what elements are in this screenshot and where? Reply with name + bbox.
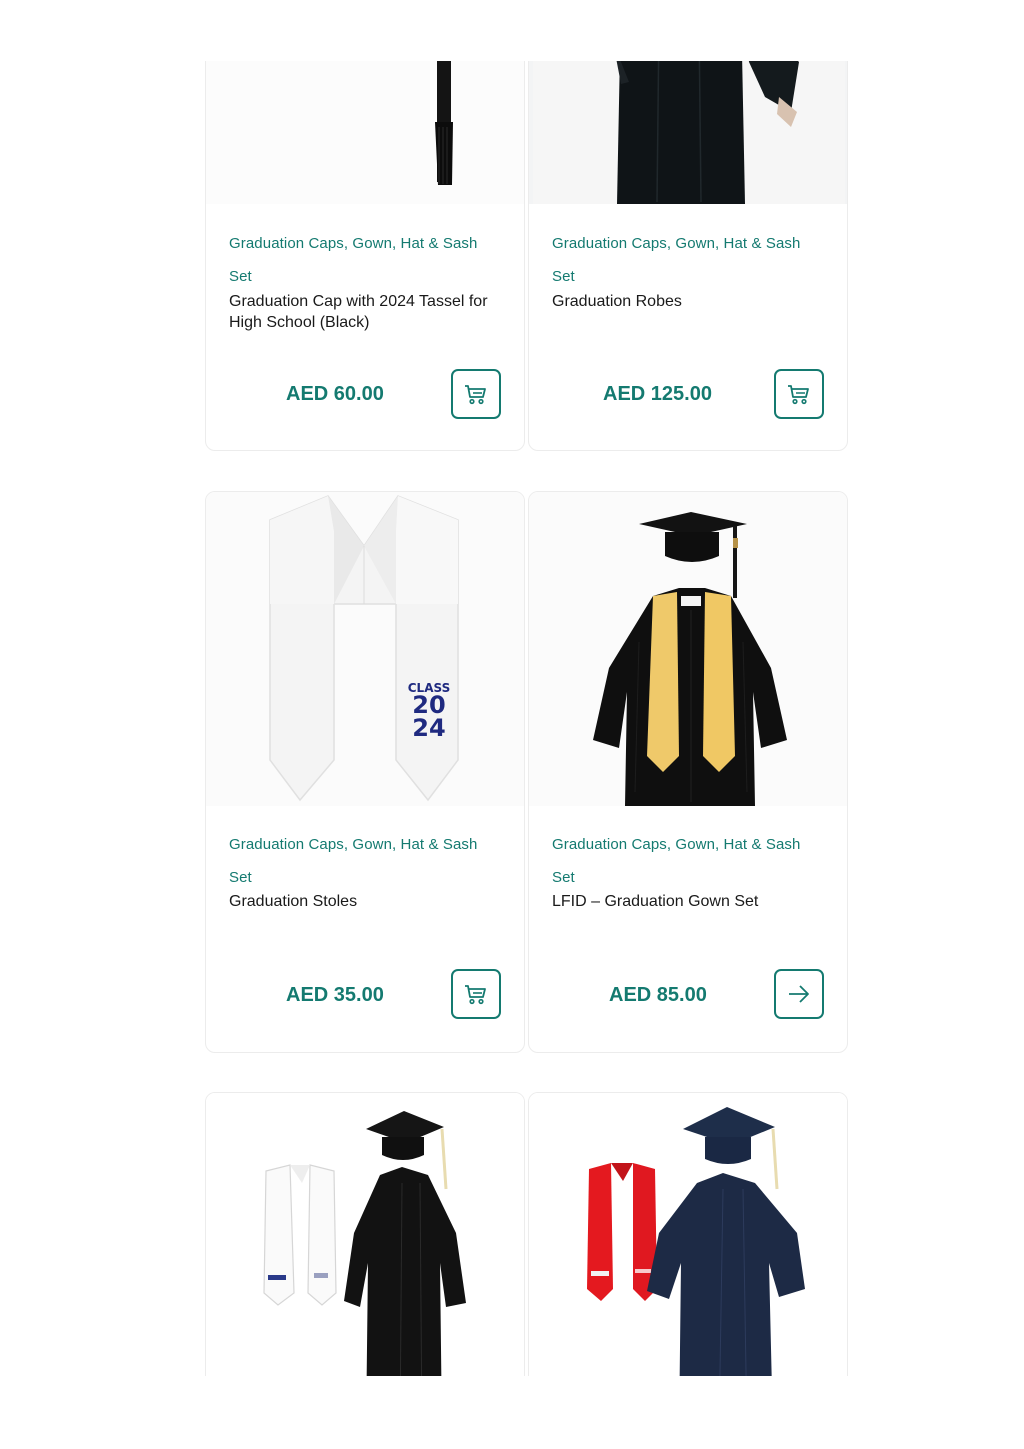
add-to-cart-button[interactable] xyxy=(451,969,501,1019)
stole-print-line: 24 xyxy=(412,714,446,742)
product-card[interactable] xyxy=(528,1092,848,1376)
product-title[interactable]: LFID – Graduation Gown Set xyxy=(552,891,827,912)
product-image-gown-set[interactable] xyxy=(529,492,847,806)
category-line[interactable]: Set xyxy=(552,260,832,293)
category-line[interactable]: Graduation Caps, Gown, Hat & Sash xyxy=(552,227,832,260)
product-category[interactable]: Graduation Caps, Gown, Hat & Sash Set xyxy=(552,227,832,293)
category-line[interactable]: Set xyxy=(229,260,509,293)
product-category[interactable]: Graduation Caps, Gown, Hat & Sash Set xyxy=(229,227,509,293)
product-price: AED 125.00 xyxy=(603,383,712,405)
product-image-navy-gown-set[interactable] xyxy=(529,1093,847,1376)
product-category[interactable]: Graduation Caps, Gown, Hat & Sash Set xyxy=(552,828,832,894)
category-line[interactable]: Set xyxy=(552,861,832,894)
add-to-cart-button[interactable] xyxy=(451,369,501,419)
cart-icon xyxy=(788,385,809,405)
cart-icon xyxy=(465,985,486,1005)
add-to-cart-button[interactable] xyxy=(774,369,824,419)
cart-icon xyxy=(465,385,486,405)
product-card[interactable] xyxy=(205,1092,525,1376)
category-line[interactable]: Graduation Caps, Gown, Hat & Sash xyxy=(229,227,509,260)
product-image-robe[interactable] xyxy=(529,61,847,204)
category-line[interactable]: Set xyxy=(229,861,509,894)
product-image-tassel[interactable] xyxy=(206,61,524,204)
product-grid: Graduation Caps, Gown, Hat & Sash Set Gr… xyxy=(0,61,1024,1376)
category-line[interactable]: Graduation Caps, Gown, Hat & Sash xyxy=(229,828,509,861)
stole-print: CLASS 20 24 xyxy=(406,682,452,740)
product-title[interactable]: Graduation Cap with 2024 Tassel for High… xyxy=(229,291,504,333)
product-card[interactable]: Graduation Caps, Gown, Hat & Sash Set LF… xyxy=(528,491,848,1053)
product-image-black-gown-set[interactable] xyxy=(206,1093,524,1376)
product-card[interactable]: Graduation Caps, Gown, Hat & Sash Set Gr… xyxy=(528,61,848,451)
category-line[interactable]: Graduation Caps, Gown, Hat & Sash xyxy=(552,828,832,861)
product-image-stole[interactable]: CLASS 20 24 xyxy=(206,492,524,806)
view-product-button[interactable] xyxy=(774,969,824,1019)
product-title[interactable]: Graduation Stoles xyxy=(229,891,504,912)
product-card[interactable]: CLASS 20 24 Graduation Caps, Gown, Hat &… xyxy=(205,491,525,1053)
product-category[interactable]: Graduation Caps, Gown, Hat & Sash Set xyxy=(229,828,509,894)
arrow-right-icon xyxy=(789,985,809,1003)
product-card[interactable]: Graduation Caps, Gown, Hat & Sash Set Gr… xyxy=(205,61,525,451)
product-title[interactable]: Graduation Robes xyxy=(552,291,827,312)
